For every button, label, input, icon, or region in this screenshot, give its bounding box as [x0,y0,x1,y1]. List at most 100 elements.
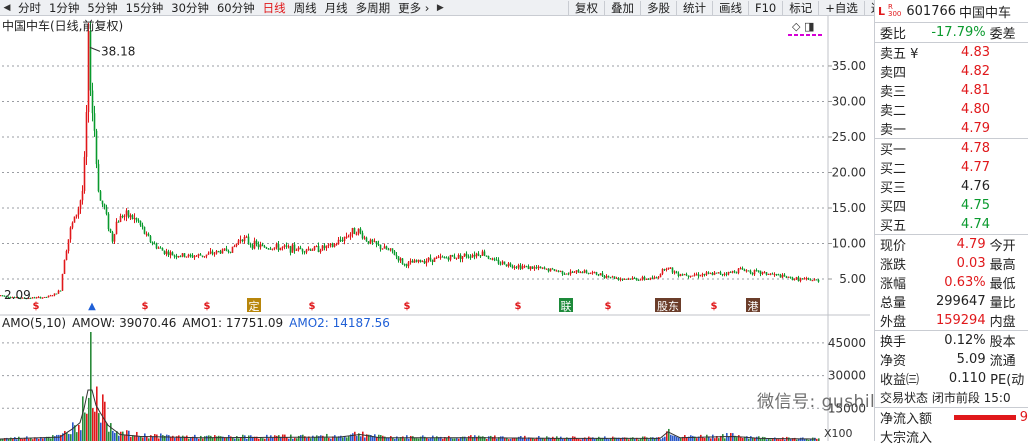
volume-bar [314,437,316,441]
scroll-right-icon[interactable]: ▶ [433,3,447,13]
candle-body [539,266,542,269]
candle-body [35,297,38,299]
candle-body [553,269,556,272]
event-marker-icon: ▲ [88,301,96,312]
candle-body [193,256,196,258]
candle-body [89,30,92,91]
candle-body [483,251,486,256]
period-tab-1[interactable]: 1分钟 [45,0,83,16]
period-tab-0[interactable]: 分时 [14,0,45,16]
volume-bar [150,435,152,441]
candle-body [745,270,748,272]
candle-body [469,256,472,258]
volume-bar [170,437,172,441]
volume-bar [80,430,82,441]
quote-header: L R 300 601766 中国中车 [875,0,1028,22]
period-tab-6[interactable]: 日线 [259,0,290,16]
candle-body [41,297,44,299]
period-tab-7[interactable]: 周线 [290,0,321,16]
candle-body [161,248,164,251]
candle-body [633,277,636,279]
candle-body [143,226,146,234]
tool-button-7[interactable]: +自选 [821,0,862,16]
tool-button-0[interactable]: 复权 [571,0,602,16]
candle-body [427,257,430,261]
candle-body [629,278,632,280]
candle-body [421,261,424,263]
period-tab-3[interactable]: 15分钟 [122,0,168,16]
event-marker-label: 港 [748,300,759,313]
candle-body [181,253,184,257]
volume-bar [500,436,502,441]
candle-body [523,266,526,268]
candle-body [607,275,610,278]
candle-body [99,191,102,201]
candle-body [731,271,734,273]
candle-body [813,279,816,281]
candle-body [189,254,192,256]
candle-body [79,200,82,210]
market-badge-sub: R 300 [888,4,901,18]
volume-bar [186,435,188,441]
period-tab-5[interactable]: 60分钟 [213,0,259,16]
volume-bar [90,332,92,441]
toolbar-separator [568,0,569,15]
ask-row-label: 卖一 [880,123,907,138]
tool-button-2[interactable]: 多股 [643,0,674,16]
bid-row: 买三 4.76 [875,177,1028,196]
candle-body [809,279,812,281]
volume-bar [236,436,238,441]
candle-body [137,220,140,222]
tool-button-5[interactable]: F10 [751,0,780,16]
volume-bar [668,428,670,441]
candle-body [771,273,774,275]
candle-body [733,271,736,273]
volume-bar [94,411,96,441]
candle-body [229,251,232,253]
volume-bar [110,423,112,441]
candle-body [571,271,574,273]
stat-row-label: 涨跌 [880,258,907,273]
period-tab-2[interactable]: 5分钟 [83,0,121,16]
scroll-left-icon[interactable]: ◀ [0,3,14,13]
candle-body [343,236,346,241]
candle-body [567,273,570,275]
volume-bar [68,433,70,441]
ask-row: 卖二 4.80 [875,100,1028,119]
stat-row-value: 0.03 [956,256,986,271]
volume-bar [114,432,116,441]
event-marker-icon: $ [404,301,411,312]
volume-bars-group [0,332,820,441]
toolbar-separator [818,0,820,15]
period-tab-4[interactable]: 30分钟 [167,0,213,16]
volume-bar [468,436,470,441]
period-tab-10[interactable]: 更多 › [394,0,433,16]
candle-body [555,270,558,272]
candle-body [125,210,128,216]
period-tab-8[interactable]: 月线 [321,0,352,16]
candle-body [295,249,298,251]
candle-body [807,278,810,280]
volume-bar [108,431,110,441]
tool-button-6[interactable]: 标记 [785,0,816,16]
candle-body [387,249,390,251]
candle-body [741,268,744,270]
volume-bar [432,435,434,441]
candle-body [107,213,110,230]
bid-row-value: 4.76 [961,179,990,194]
volume-bar [270,435,272,441]
bid-row-label: 买五 [880,219,907,234]
candle-body [371,239,374,242]
ask-row-value: 4.81 [961,83,990,98]
tool-button-4[interactable]: 画线 [715,0,746,16]
candle-body [619,278,622,280]
candle-body [579,272,582,274]
candle-body [465,253,468,257]
tool-button-1[interactable]: 叠加 [607,0,638,16]
candle-body [641,276,644,280]
volume-bar [336,437,338,441]
volume-bar [362,431,364,441]
period-tab-9[interactable]: 多周期 [352,0,395,16]
candle-body [541,267,544,269]
tool-button-3[interactable]: 统计 [679,0,710,16]
